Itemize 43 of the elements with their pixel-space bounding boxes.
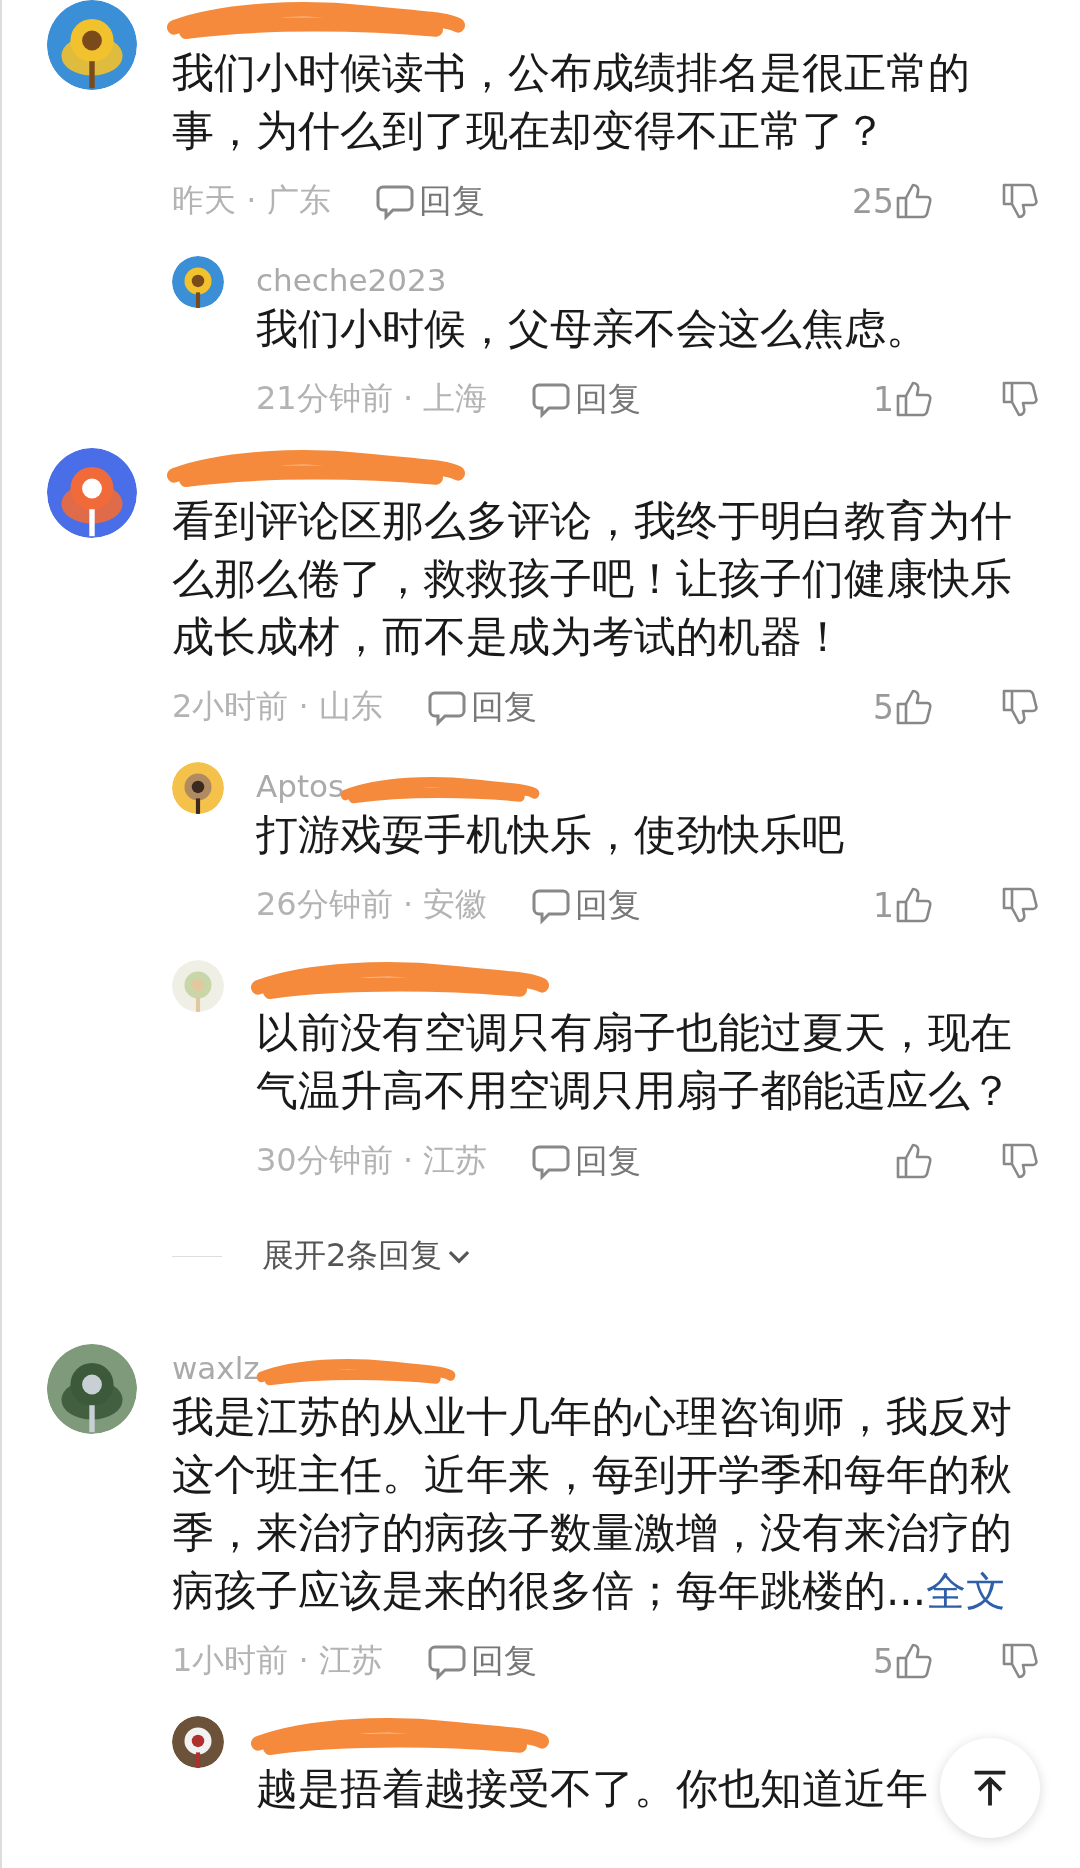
reply-meta: 30分钟前 · 江苏 — [256, 1140, 488, 1181]
reply-text: 打游戏耍手机快乐，使劲快乐吧 — [256, 809, 845, 861]
dislike-button[interactable] — [1000, 379, 1040, 419]
like-button[interactable]: 5 — [873, 687, 934, 727]
username[interactable]: Aptos — [256, 766, 345, 806]
dislike-button[interactable] — [1000, 885, 1040, 925]
thumbs-up-icon — [894, 379, 934, 419]
reply-meta: 21分钟前 · 上海 — [256, 378, 488, 419]
thumbs-up-icon — [894, 181, 934, 221]
comment-text: 我是江苏的从业十几年的心理咨询师，我反对这个班主任。近年来，每到开学季和每年的秋季，来治疗的病孩子数量激增，没有来治疗的病孩子应该是来的很多倍；每年跳楼的...全文 — [172, 1391, 1013, 1617]
thumbs-up-icon — [894, 885, 934, 925]
reply-button[interactable]: 回复 — [531, 882, 642, 928]
reply-button[interactable]: 回复 — [531, 376, 642, 422]
like-button[interactable]: 25 — [852, 181, 934, 221]
like-button[interactable] — [894, 1141, 934, 1181]
reply-button[interactable]: 回复 — [426, 1638, 537, 1684]
dislike-button[interactable] — [1000, 1641, 1040, 1681]
thumbs-up-icon — [894, 1141, 934, 1181]
comment-text: 看到评论区那么多评论，我终于明白教育为什么那么倦了，救救孩子吧！让孩子们健康快乐成长成材，而不是成为考试的机器！ — [172, 495, 1013, 663]
reply-text: 以前没有空调只有扇子也能过夏天，现在气温升高不用空调只用扇子都能适应么？ — [256, 1007, 1013, 1117]
reply-button[interactable]: 回复 — [426, 684, 537, 730]
comment-meta: 2小时前 · 山东 — [172, 686, 383, 727]
reply-text: 我们小时候，父母亲不会这么焦虑。 — [256, 303, 929, 355]
thumbs-up-icon — [894, 1641, 934, 1681]
dislike-button[interactable] — [1000, 181, 1040, 221]
username[interactable]: waxlz — [172, 1348, 260, 1388]
like-button[interactable]: 1 — [873, 885, 934, 925]
thumbs-up-icon — [894, 687, 934, 727]
comment-meta: 昨天 · 广东 — [172, 180, 331, 221]
dislike-button[interactable] — [1000, 1141, 1040, 1181]
full-text-link[interactable]: 全文 — [926, 1568, 1007, 1614]
scroll-to-top-button[interactable] — [940, 1738, 1040, 1838]
username[interactable]: cheche2023 — [256, 260, 447, 300]
comment-meta: 1小时前 · 江苏 — [172, 1640, 383, 1681]
reply-meta: 26分钟前 · 安徽 — [256, 884, 488, 925]
like-button[interactable]: 5 — [873, 1641, 934, 1681]
reply-button[interactable]: 回复 — [531, 1138, 642, 1184]
expand-replies-button[interactable]: 展开2条回复 — [262, 1234, 473, 1278]
comment-text: 我们小时候读书，公布成绩排名是很正常的事，为什么到了现在却变得不正常了？ — [172, 47, 971, 157]
like-button[interactable]: 1 — [873, 379, 934, 419]
reply-button[interactable]: 回复 — [374, 178, 485, 224]
reply-text: 越是捂着越接受不了。你也知道近年 — [256, 1763, 929, 1815]
dislike-button[interactable] — [1000, 687, 1040, 727]
